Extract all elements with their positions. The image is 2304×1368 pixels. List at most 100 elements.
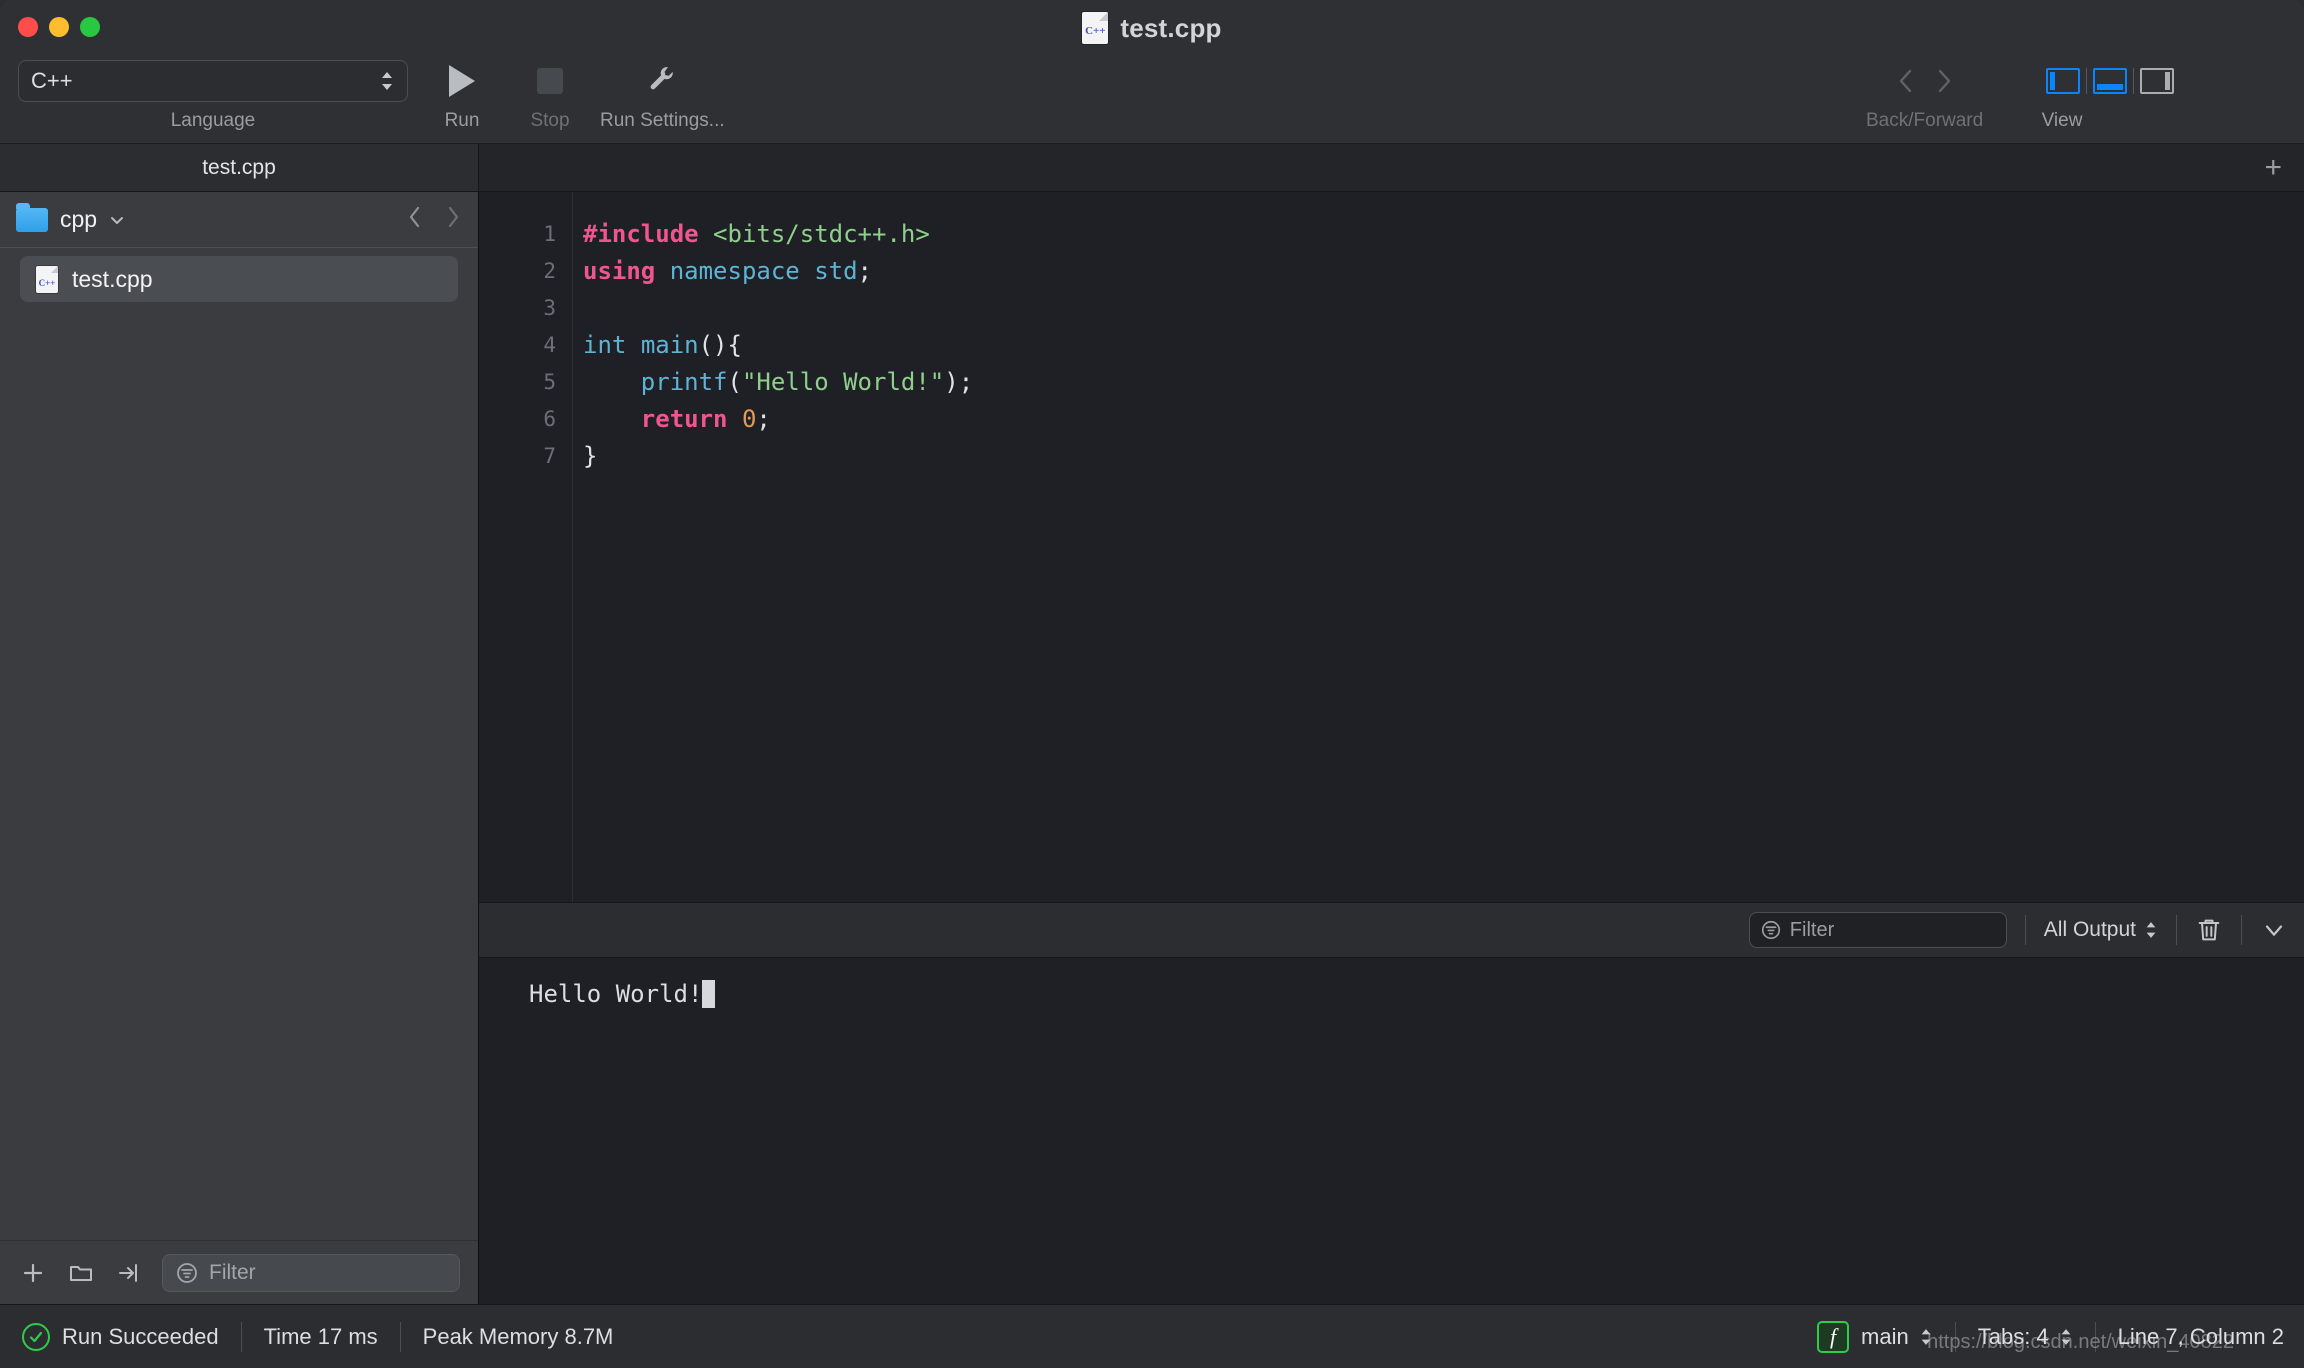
import-arrow-icon[interactable] [114, 1258, 144, 1288]
panel-left-icon [2046, 68, 2080, 94]
divider [2241, 915, 2242, 945]
new-tab-button[interactable]: + [2264, 152, 2282, 183]
cpp-file-icon: C++ [36, 265, 58, 293]
language-value: C++ [31, 68, 73, 93]
line-number: 4 [543, 333, 556, 357]
cursor-position-label: Line 7, Column 2 [2117, 1323, 2284, 1349]
editor-column: 1234567 #include <bits/stdc++.h> using na… [479, 192, 2304, 1304]
toggle-left-panel-button[interactable] [2040, 64, 2086, 98]
code-token: ( [727, 368, 742, 396]
back-button[interactable] [1895, 65, 1917, 97]
file-sidebar: cpp C++ test.cpp Filter [0, 192, 479, 1304]
back-forward-group: Back/Forward [1866, 60, 1983, 132]
divider [2024, 915, 2026, 945]
file-name: test.cpp [72, 265, 153, 292]
file-list: C++ test.cpp [0, 248, 478, 1240]
console-line: Hello World! [529, 980, 2304, 1008]
tab-label: test.cpp [202, 155, 276, 179]
filter-icon [1760, 919, 1782, 941]
title-bar: C++ test.cpp [0, 0, 2304, 56]
code-token: "Hello World!" [741, 368, 945, 396]
list-item[interactable]: C++ test.cpp [20, 256, 458, 302]
code-line: return 0; [583, 401, 2304, 438]
new-folder-button[interactable] [66, 1258, 96, 1288]
language-select[interactable]: C++ [18, 60, 408, 102]
toggle-bottom-panel-button[interactable] [2087, 64, 2133, 98]
code-token: ; [857, 257, 872, 285]
sidebar-back-button[interactable] [406, 203, 424, 236]
stop-button[interactable] [524, 60, 576, 102]
main-body: cpp C++ test.cpp Filter 1 2 3 4 5 6 7 #i… [0, 192, 2304, 1304]
console-cursor [702, 980, 716, 1008]
peak-memory-label: Peak Memory 8.7M [422, 1323, 614, 1349]
line-number: 2 [543, 259, 556, 283]
main-toolbar: C++ Language Run Stop Run Settings... Ba… [0, 56, 2304, 144]
code-token: main [640, 331, 699, 359]
run-result-label: Run Succeeded [62, 1323, 219, 1349]
folder-icon [16, 202, 48, 232]
run-settings-button[interactable] [636, 60, 688, 102]
line-number: 7 [543, 444, 556, 468]
status-right: f main Tabs: 4 Line 7, Column 2 [1817, 1320, 2304, 1353]
chevron-down-icon[interactable] [107, 210, 127, 230]
code-token: ); [944, 368, 974, 396]
tab-bar: test.cpp + [0, 144, 2304, 192]
divider [2176, 915, 2177, 945]
line-number-gutter: 1 2 3 4 5 6 7 [479, 192, 573, 902]
run-label: Run [444, 110, 480, 131]
forward-button[interactable] [1933, 65, 1955, 97]
code-line: using namespace std; [583, 253, 2304, 290]
sidebar-footer: Filter [0, 1240, 478, 1304]
function-badge-icon: f [1817, 1320, 1850, 1353]
chevron-updown-icon [379, 70, 395, 92]
window-title-text: test.cpp [1120, 12, 1222, 43]
add-file-button[interactable] [18, 1258, 48, 1288]
output-scope-label: All Output [2043, 918, 2136, 941]
code-token: <bits/stdc++.h> [713, 220, 930, 248]
wrench-icon [646, 63, 678, 100]
cpp-file-icon: C++ [1082, 12, 1109, 44]
collapse-console-button[interactable] [2260, 916, 2288, 944]
sidebar-nav [406, 203, 462, 236]
panel-right-icon [2140, 68, 2174, 94]
stop-group[interactable]: Stop [524, 60, 576, 132]
run-group[interactable]: Run [436, 60, 488, 132]
check-circle-icon [22, 1322, 50, 1351]
code-editor[interactable]: 1234567 #include <bits/stdc++.h> using na… [479, 192, 2304, 902]
play-icon [449, 65, 475, 97]
console-filter-input[interactable]: Filter [1748, 912, 2007, 948]
toggle-right-panel-button[interactable] [2134, 64, 2180, 98]
code-token: #include [583, 220, 699, 248]
chevron-updown-icon[interactable] [2059, 1327, 2073, 1347]
view-label: View [2041, 110, 2083, 131]
line-number: 6 [543, 407, 556, 431]
line-number: 1 [543, 222, 556, 246]
function-select[interactable]: main [1861, 1324, 1909, 1350]
code-content[interactable]: #include <bits/stdc++.h> using namespace … [573, 192, 2304, 902]
tabs-setting[interactable]: Tabs: 4 [1978, 1324, 2049, 1350]
output-scope-select[interactable]: All Output [2044, 918, 2158, 942]
console-output[interactable]: Hello World! [479, 958, 2304, 1304]
sidebar-forward-button[interactable] [444, 203, 462, 236]
sidebar-filter-input[interactable]: Filter [162, 1253, 460, 1292]
code-token: } [583, 442, 598, 470]
code-token: (){ [698, 331, 742, 359]
run-time-label: Time 17 ms [263, 1323, 378, 1349]
code-line: #include <bits/stdc++.h> [583, 216, 2304, 253]
tab-test-cpp[interactable]: test.cpp [0, 144, 479, 191]
filter-icon [175, 1261, 199, 1285]
divider [240, 1321, 242, 1352]
run-settings-group[interactable]: Run Settings... [600, 60, 725, 132]
panel-bottom-icon [2093, 68, 2127, 94]
cpp-badge-label: C++ [38, 277, 56, 288]
back-forward-label: Back/Forward [1866, 110, 1984, 131]
chevron-updown-icon[interactable] [1919, 1327, 1933, 1347]
clear-console-button[interactable] [2195, 916, 2223, 944]
code-token: return [640, 405, 728, 433]
run-button[interactable] [436, 60, 488, 102]
code-token: int [583, 331, 627, 359]
cpp-badge-label: C++ [1085, 25, 1106, 37]
